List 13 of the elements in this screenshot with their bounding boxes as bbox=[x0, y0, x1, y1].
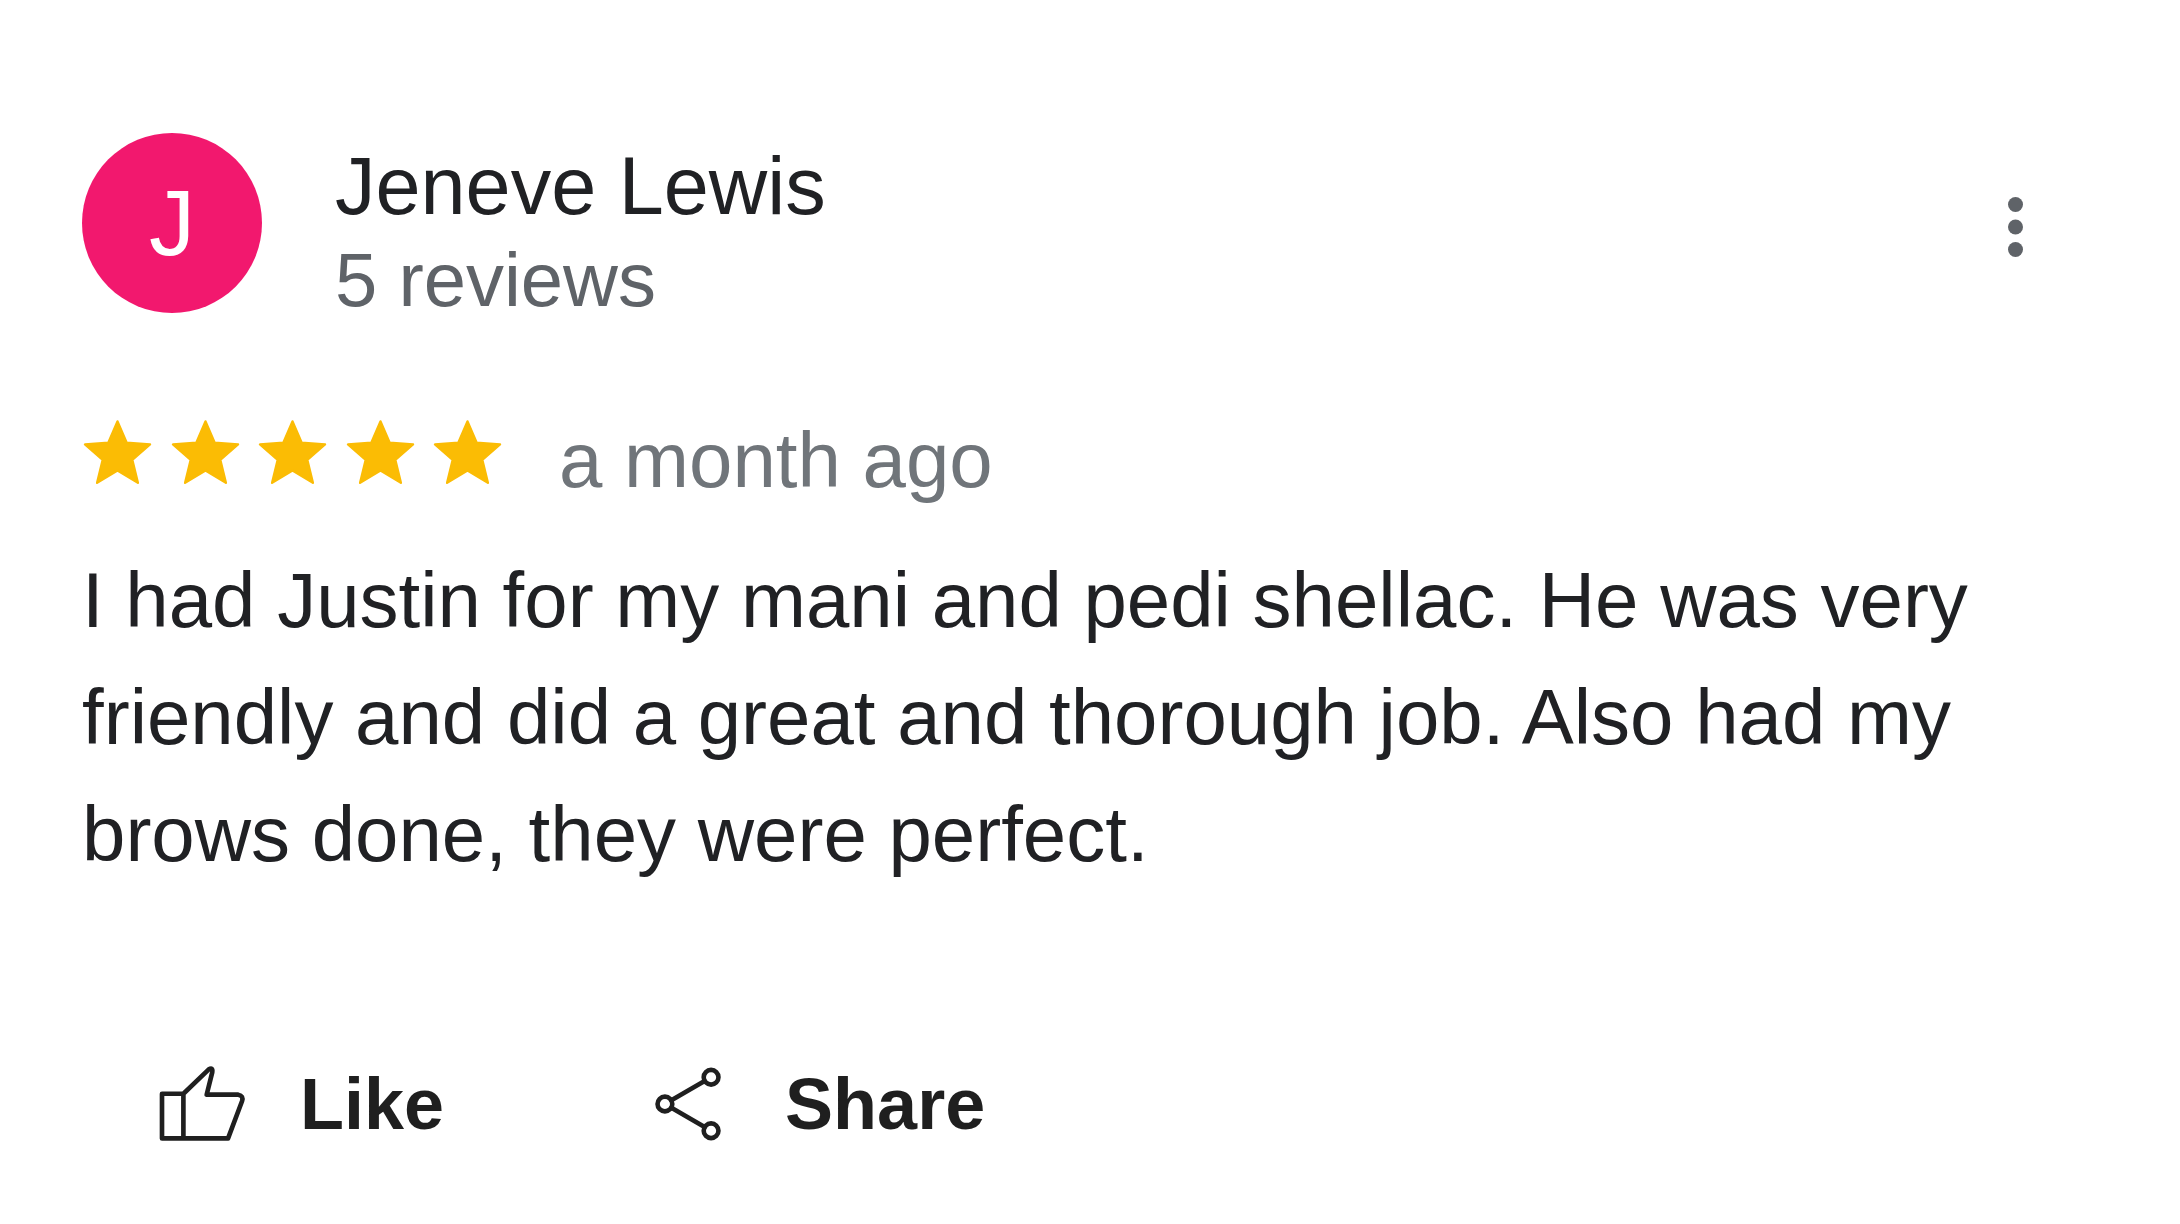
star-icon bbox=[169, 419, 241, 487]
reviewer-name: Jeneve Lewis bbox=[335, 140, 826, 233]
star-icon bbox=[432, 419, 503, 487]
avatar: J bbox=[82, 133, 262, 313]
review-count: 5 reviews bbox=[335, 236, 656, 324]
star-icon bbox=[82, 419, 153, 487]
more-options-icon[interactable] bbox=[2008, 197, 2023, 257]
review-time: a month ago bbox=[559, 415, 993, 505]
like-button[interactable]: Like bbox=[132, 1048, 469, 1160]
star-icon bbox=[344, 419, 416, 487]
star-icon bbox=[257, 419, 328, 487]
review-text: I had Justin for my mani and pedi shellac. He was very friendly and did a great and thorough job. Also had my brows done, they were perfect. bbox=[82, 555, 1969, 880]
share-button[interactable]: Share bbox=[628, 1048, 1010, 1160]
